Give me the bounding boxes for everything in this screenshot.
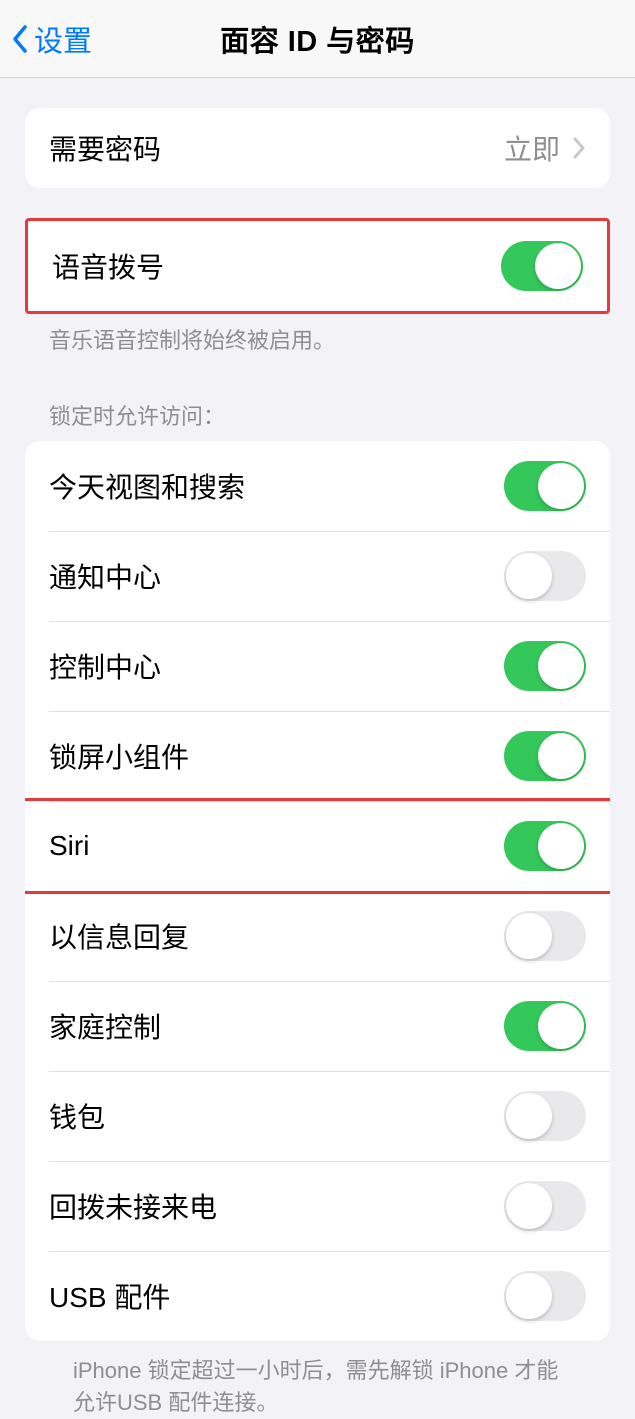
back-label: 设置 (34, 18, 92, 60)
chevron-left-icon (10, 22, 30, 56)
locked-access-row: 锁屏小组件 (25, 711, 610, 801)
locked-access-label: 家庭控制 (49, 1006, 161, 1046)
require-passcode-value: 立即 (504, 128, 560, 168)
voice-dial-footer: 音乐语音控制将始终被启用。 (25, 314, 610, 357)
locked-access-row: 通知中心 (25, 531, 610, 621)
locked-access-group: 今天视图和搜索通知中心控制中心锁屏小组件 Siri 以信息回复家庭控制钱包回拨未接来… (25, 441, 610, 1341)
locked-access-row: 家庭控制 (25, 981, 610, 1071)
require-passcode-row[interactable]: 需要密码 立即 (25, 108, 610, 188)
back-button[interactable]: 设置 (0, 18, 92, 60)
locked-access-label: 今天视图和搜索 (49, 466, 245, 506)
locked-access-label: 以信息回复 (49, 916, 189, 956)
locked-access-toggle[interactable] (504, 1091, 586, 1141)
locked-access-toggle[interactable] (504, 1001, 586, 1051)
locked-access-label: 通知中心 (49, 556, 161, 596)
chevron-right-icon (572, 136, 586, 160)
nav-bar: 设置 面容 ID 与密码 (0, 0, 635, 78)
locked-access-toggle[interactable] (504, 641, 586, 691)
locked-access-label: Siri (49, 830, 89, 862)
locked-access-header: 锁定时允许访问： (25, 399, 610, 441)
locked-access-label: 钱包 (49, 1096, 105, 1136)
voice-dial-label: 语音拨号 (52, 246, 164, 286)
voice-dial-row: 语音拨号 (28, 221, 607, 311)
require-passcode-label: 需要密码 (49, 128, 161, 168)
locked-access-row: 回拨未接来电 (25, 1161, 610, 1251)
locked-access-label: USB 配件 (49, 1276, 170, 1316)
locked-access-row: Siri (25, 798, 610, 894)
locked-access-toggle[interactable] (504, 911, 586, 961)
locked-access-row: 今天视图和搜索 (25, 441, 610, 531)
locked-access-label: 回拨未接来电 (49, 1186, 217, 1226)
locked-access-label: 锁屏小组件 (49, 736, 189, 776)
locked-access-toggle[interactable] (504, 731, 586, 781)
locked-access-toggle[interactable] (504, 551, 586, 601)
locked-access-toggle[interactable] (504, 1181, 586, 1231)
locked-access-footer: iPhone 锁定超过一小时后，需先解锁 iPhone 才能允许USB 配件连接… (25, 1341, 610, 1419)
voice-dial-group: 语音拨号 (25, 218, 610, 314)
locked-access-row: 以信息回复 (25, 891, 610, 981)
locked-access-label: 控制中心 (49, 646, 161, 686)
voice-dial-toggle[interactable] (501, 241, 583, 291)
locked-access-toggle[interactable] (504, 821, 586, 871)
locked-access-row: 控制中心 (25, 621, 610, 711)
locked-access-toggle[interactable] (504, 1271, 586, 1321)
page-title: 面容 ID 与密码 (220, 18, 415, 60)
locked-access-toggle[interactable] (504, 461, 586, 511)
locked-access-row: 钱包 (25, 1071, 610, 1161)
locked-access-row: USB 配件 (25, 1251, 610, 1341)
